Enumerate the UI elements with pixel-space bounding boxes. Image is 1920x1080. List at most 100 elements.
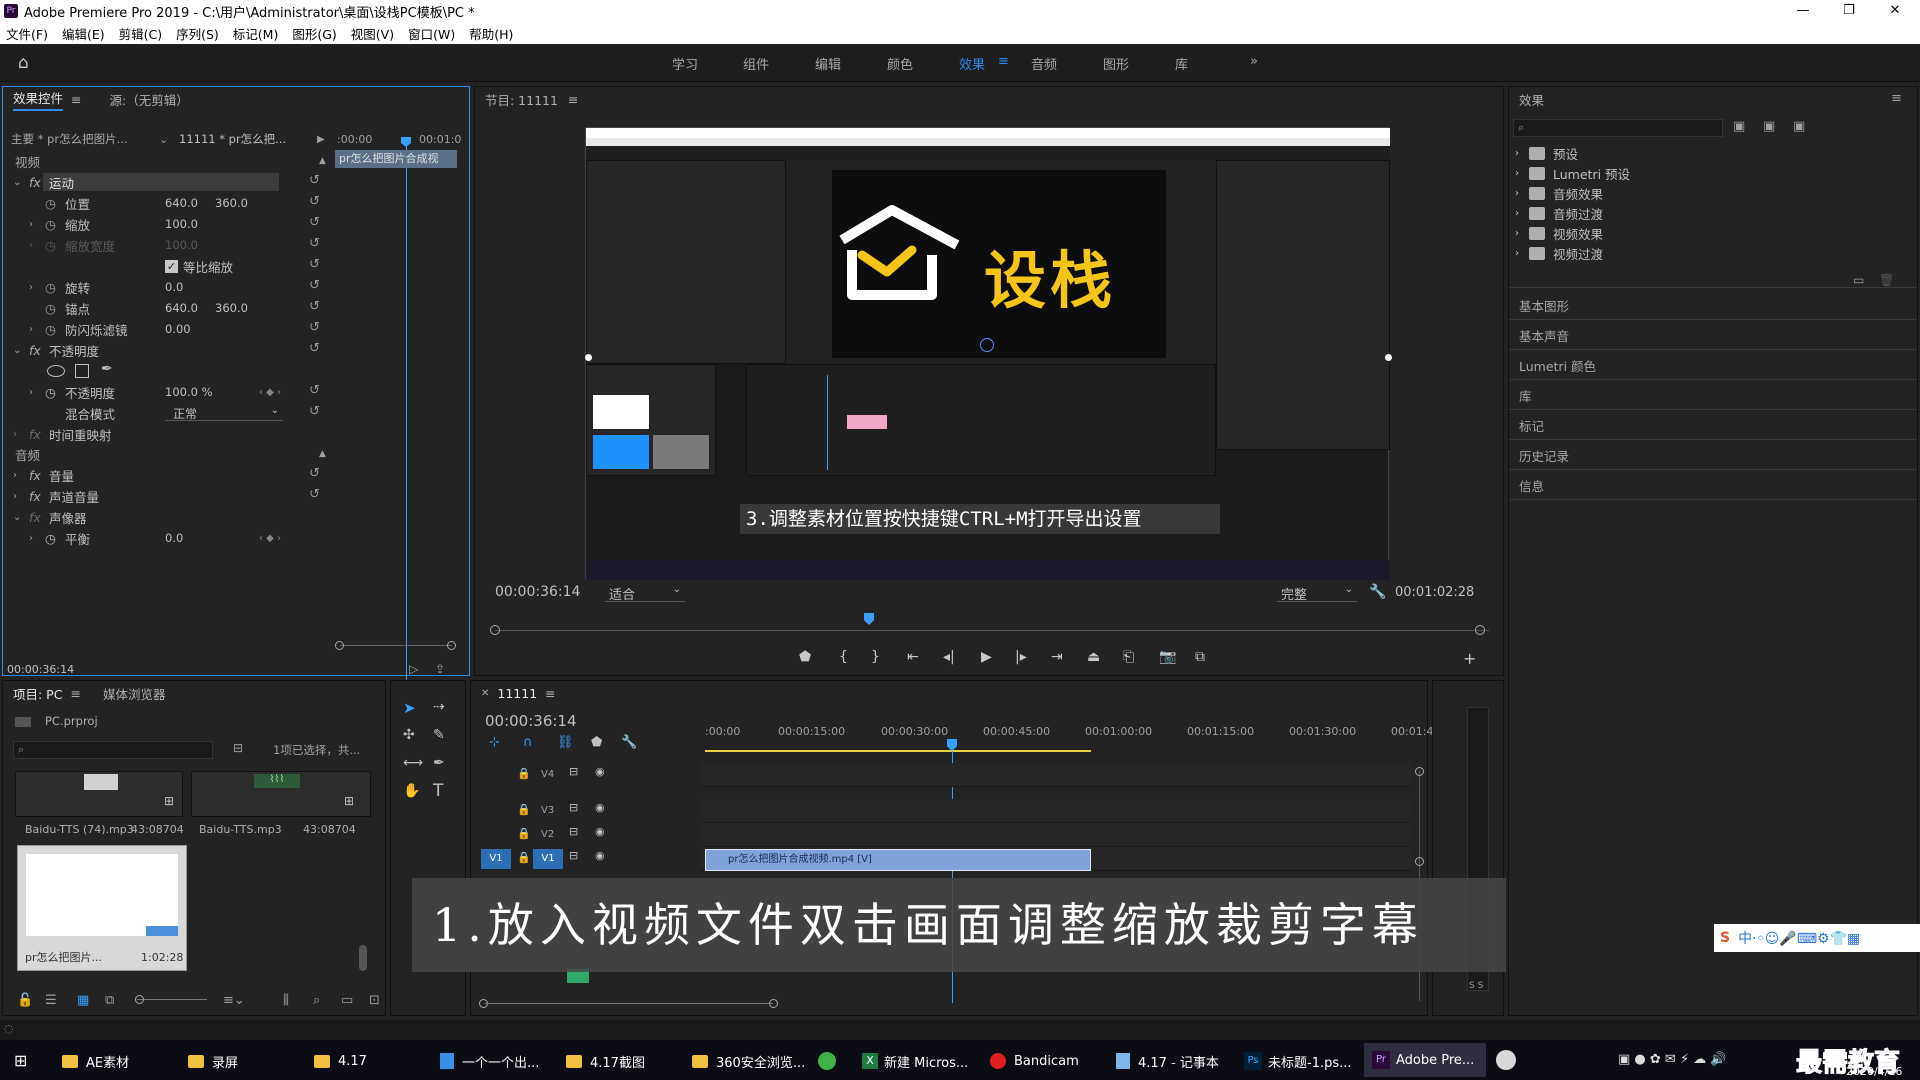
timeline-vscroll-bottom-handle[interactable] [1415,857,1424,866]
anchor-reset-icon[interactable]: ↺ [309,299,320,314]
taskbar-item-screenshots[interactable]: 4.17截图 [566,1048,645,1074]
pen-tool-icon[interactable]: ✒ [433,755,445,771]
program-video-frame[interactable]: 设栈 3.调整素材位置按快捷键CTRL+M打开导出设置 [585,127,1390,580]
flicker-value[interactable]: 0.00 [165,319,191,339]
menu-file[interactable]: 文件(F) [6,24,48,43]
program-monitor-title[interactable]: 节目: 11111 [485,90,558,109]
workspace-tab-color[interactable]: 颜色 [887,54,913,73]
volume-expand-icon[interactable]: › [13,465,17,485]
effects-tree-item-lumetri-presets[interactable]: › Lumetri 预设 [1515,163,1630,183]
pen-mask-icon[interactable]: ✒ [101,361,113,377]
video-clip-v1[interactable]: pr怎么把图片合成视频.mp4 [V] [705,849,1091,871]
track-select-tool-icon[interactable]: ⇢ [433,699,445,715]
uniform-scale-reset-icon[interactable]: ↺ [309,257,320,272]
opacity-param-expand-icon[interactable]: › [29,382,33,402]
avatar-app-icon[interactable] [1496,1050,1516,1070]
nest-sequence-icon[interactable]: ⊹ [489,735,500,750]
timeline-vscroll-top-handle[interactable] [1415,767,1424,776]
menu-sequence[interactable]: 序列(S) [176,24,219,43]
workspace-tab-audio[interactable]: 音频 [1031,54,1057,73]
flicker-expand-icon[interactable]: › [29,319,33,339]
balance-stopwatch-icon[interactable]: ◷ [45,528,56,548]
channel-volume-label[interactable]: 声道音量 [49,486,99,506]
workspace-menu-icon[interactable]: ≡ [998,54,1009,69]
export-frame-camera-icon[interactable]: 📷 [1159,649,1176,665]
effects-panel-menu-icon[interactable]: ≡ [1891,91,1902,106]
snap-icon[interactable]: ∩ [523,735,533,750]
comparison-view-icon[interactable]: ⧉ [1195,649,1205,665]
effects-tree-item-audio-transitions[interactable]: › 音频过渡 [1515,203,1603,223]
effects-panel-title[interactable]: 效果 [1519,90,1544,109]
system-tray-icons[interactable]: ▣ ● ✿ ✉ ⚡ ☁ 🔊 [1618,1052,1727,1067]
ec-zoom-scrollbar[interactable] [340,645,452,646]
channel-volume-reset-icon[interactable]: ↺ [309,487,320,502]
section-markers[interactable]: 标记 [1519,415,1544,435]
menu-graphics[interactable]: 图形(G) [292,24,336,43]
effects-tree-item-video-transitions[interactable]: › 视频过渡 [1515,243,1603,263]
taskbar-item-screen-record[interactable]: 录屏 [188,1048,238,1074]
effect-controls-tab[interactable]: 效果控件 [13,88,64,111]
opacity-keyframe-nav-icon[interactable]: ‹ ◆ › [259,382,281,402]
timeline-settings-icon[interactable]: 🔧 [621,735,637,750]
timeline-hscroll-bar[interactable] [485,1003,773,1004]
program-timecode[interactable]: 00:00:36:14 [495,582,580,602]
uniform-scale-checkbox[interactable]: ✓ [165,260,178,273]
button-editor-plus-icon[interactable]: + [1463,649,1476,668]
project-bin-filter-icon[interactable]: ⊟ [233,741,243,755]
timeline-panel-menu-icon[interactable]: ≡ [545,686,555,701]
fit-select[interactable]: 适合 ⌄ [605,584,685,603]
icon-view-icon[interactable]: ▦ [77,993,89,1008]
windows-start-icon[interactable]: ⊞ [14,1051,27,1070]
ec-zoom-handle-left[interactable] [335,641,344,650]
sequence-clip-link[interactable]: 11111 * pr怎么把... [179,129,286,149]
project-scrollbar[interactable] [359,945,367,971]
v1-sync-icon[interactable]: ⊟ [569,849,578,862]
project-panel-menu-icon[interactable]: ≡ [70,686,80,701]
timeline-timecode[interactable]: 00:00:36:14 [485,711,577,731]
workspace-tab-effects[interactable]: 效果 [959,54,985,73]
opacity-group-label[interactable]: 不透明度 [49,340,99,360]
balance-expand-icon[interactable]: › [29,528,33,548]
audio-thumb-2[interactable]: ⌇⌇⌇ ⊞ [191,771,371,817]
panner-label[interactable]: 声像器 [49,507,87,527]
time-remap-expand-icon[interactable]: › [13,424,17,444]
menu-clip[interactable]: 剪辑(C) [119,24,162,43]
track-v4-lane[interactable] [701,763,1411,787]
v4-eye-icon[interactable]: ◉ [595,765,605,778]
restore-icon[interactable]: ❐ [1826,0,1872,22]
section-essential-graphics[interactable]: 基本图形 [1519,295,1569,315]
track-v3-lane[interactable] [701,799,1411,823]
volume-reset-icon[interactable]: ↺ [309,466,320,481]
section-essential-sound[interactable]: 基本声音 [1519,325,1569,345]
blend-mode-select[interactable]: 正常 ⌄ [165,405,283,421]
sogou-ime-icon[interactable]: S [1720,930,1730,946]
ec-export-icon[interactable]: ⇪ [435,659,445,679]
scale-value[interactable]: 100.0 [165,214,198,234]
ime-mode-icons[interactable]: 中·◦☺🎤⌨⚙👕▦ [1738,928,1860,948]
home-icon[interactable]: ⌂ [18,53,29,73]
v3-eye-icon[interactable]: ◉ [595,801,605,814]
video-collapse-icon[interactable]: ▲ [319,151,326,171]
ripple-edit-tool-icon[interactable]: ✣ [403,727,415,743]
section-lumetri-color[interactable]: Lumetri 颜色 [1519,355,1596,375]
list-view-icon[interactable]: ☰ [45,993,57,1008]
ec-clip-bar[interactable]: pr怎么把图片合成视 [335,150,457,168]
rotation-reset-icon[interactable]: ↺ [309,278,320,293]
section-libraries[interactable]: 库 [1519,385,1532,405]
v2-eye-icon[interactable]: ◉ [595,825,605,838]
mark-out-icon[interactable]: } [871,649,880,665]
rectangle-mask-icon[interactable] [75,364,89,378]
source-tab[interactable]: 源:（无剪辑） [110,90,189,109]
workspace-tab-assembly[interactable]: 组件 [743,54,769,73]
workspace-tab-learn[interactable]: 学习 [672,54,698,73]
menu-marker[interactable]: 标记(M) [233,24,279,43]
lift-icon[interactable]: ⏏ [1087,649,1100,665]
close-icon[interactable]: ✕ [1872,0,1918,22]
channel-volume-expand-icon[interactable]: › [13,486,17,506]
ec-play-audio-icon[interactable]: ▷ [409,659,418,679]
opacity-value[interactable]: 100.0 % [165,382,213,402]
zoom-slider[interactable] [137,999,207,1000]
go-to-in-icon[interactable]: ⇤ [907,649,919,665]
hand-tool-icon[interactable]: ✋ [403,783,420,799]
track-v2-lane[interactable] [701,823,1411,847]
